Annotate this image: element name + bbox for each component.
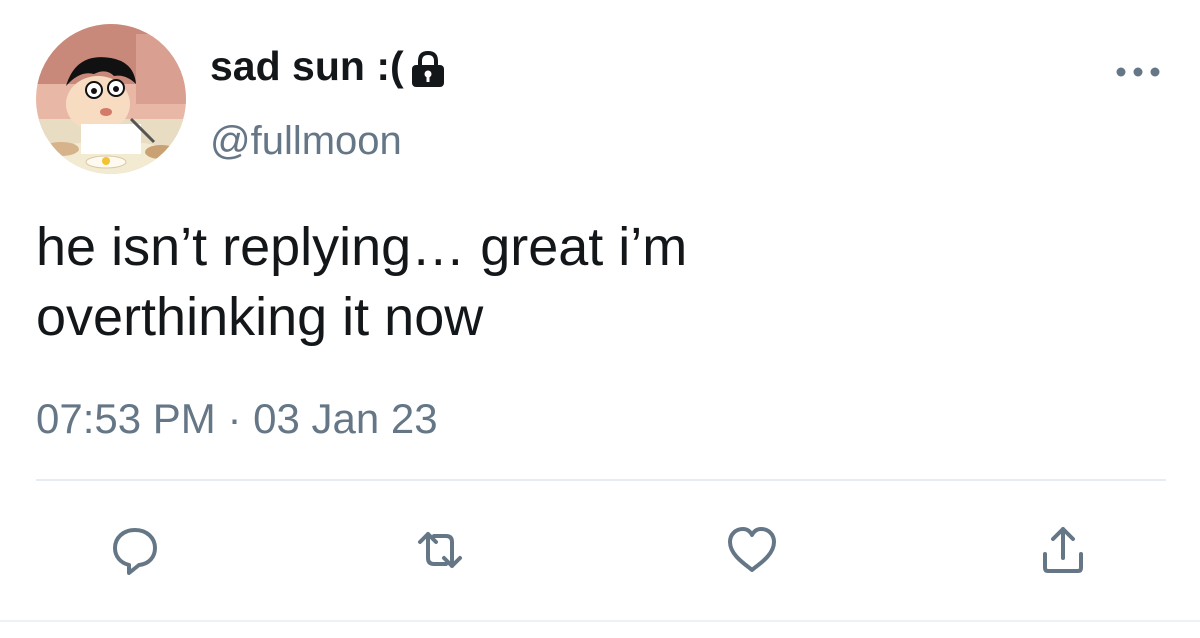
user-handle[interactable]: @fullmoon [210,115,402,167]
avatar-image [36,24,186,174]
retweet-icon [418,532,462,568]
share-icon [1043,527,1083,573]
display-name-text: sad sun :( [210,43,404,89]
more-icon[interactable] [1110,60,1166,84]
display-name[interactable]: sad sun :( [210,40,446,92]
reply-button[interactable] [100,515,170,585]
heart-icon [728,527,776,572]
tweet-timestamp[interactable]: 07:53 PM · 03 Jan 23 [36,392,438,446]
action-bar [0,515,1200,585]
like-button[interactable] [717,515,787,585]
bottom-border [0,620,1200,622]
divider [36,479,1166,481]
retweet-button[interactable] [405,515,475,585]
reply-icon [113,528,157,575]
tweet-text: he isn’t replying… great i’m overthinkin… [36,217,688,347]
lock-icon [410,48,446,87]
share-button[interactable] [1028,515,1098,585]
avatar[interactable] [36,24,186,174]
tweet-card: sad sun :( @fullmoon he isn’t replying… … [0,0,1200,638]
